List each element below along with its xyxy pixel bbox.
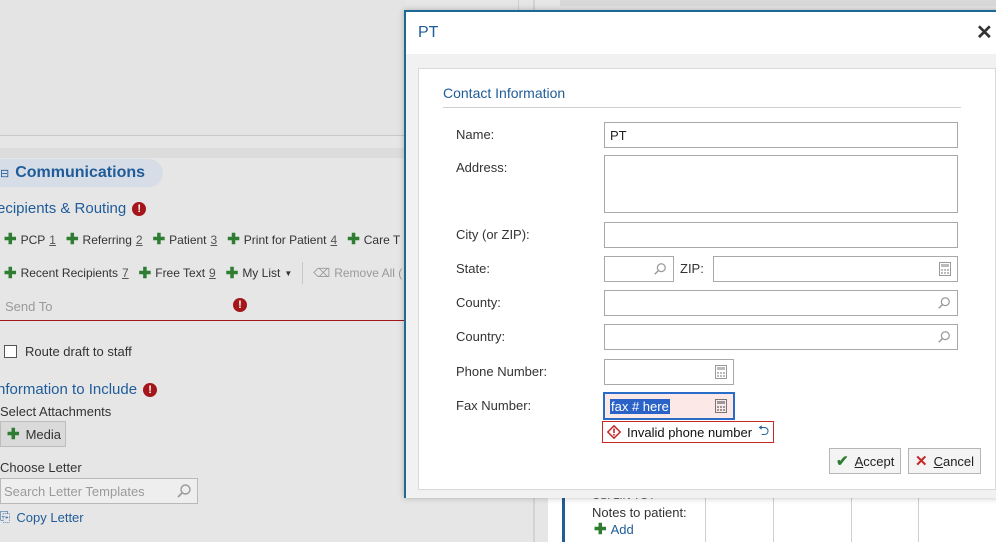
choose-letter-label: Choose Letter	[0, 460, 82, 475]
plus-icon: ✚	[225, 264, 239, 282]
route-draft-row: Route draft to staff	[4, 344, 132, 359]
search-icon	[177, 484, 191, 498]
zip-field[interactable]	[713, 256, 958, 282]
route-draft-checkbox[interactable]	[4, 345, 17, 358]
background-top-panel	[0, 0, 406, 136]
address-label: Address:	[456, 160, 508, 175]
select-attachments-label: Select Attachments	[0, 404, 112, 419]
send-to-field[interactable]: Send To !	[0, 292, 406, 321]
search-icon[interactable]	[937, 296, 951, 310]
communications-tab[interactable]: ⊟ Communications	[0, 159, 164, 187]
name-field[interactable]: PT	[604, 122, 958, 148]
copy-letter-link[interactable]: ⎘ Copy Letter	[0, 509, 84, 525]
warning-icon	[607, 425, 621, 439]
collapse-icon[interactable]: ⊟	[0, 167, 9, 180]
zip-label: ZIP:	[680, 261, 704, 276]
remove-all-button[interactable]: ⌫ Remove All (	[313, 266, 402, 280]
plus-icon: ✚	[65, 231, 79, 248]
plus-icon: ✚	[138, 264, 152, 282]
information-heading: nformation to Include !	[0, 381, 158, 398]
calculator-icon	[715, 399, 727, 413]
city-field[interactable]	[604, 222, 958, 248]
chevron-down-icon[interactable]: ▼	[284, 269, 292, 278]
accept-button[interactable]: ✔ Accept	[829, 448, 902, 474]
address-field[interactable]	[604, 155, 958, 213]
country-label: Country:	[456, 329, 506, 344]
search-icon[interactable]	[937, 330, 951, 344]
route-draft-label: Route draft to staff	[25, 344, 132, 359]
recipient-chips-row-1: ✚ PCP 1 ✚ Referring 2 ✚ Patient 3 ✚ Print for P…	[4, 232, 400, 247]
plus-icon: ✚	[227, 231, 240, 248]
background-right-header	[560, 0, 996, 6]
chip-referring[interactable]: ✚ Referring 2	[66, 232, 143, 247]
dialog-title: PT	[418, 24, 439, 41]
error-icon: !	[132, 201, 147, 216]
search-letter-placeholder: Search Letter Templates	[4, 483, 145, 499]
eraser-icon: ⌫	[313, 266, 331, 280]
state-field[interactable]	[604, 256, 674, 282]
accept-label: Accept	[854, 453, 895, 469]
state-label: State:	[456, 261, 490, 276]
phone-label: Phone Number:	[456, 364, 548, 379]
recipients-routing-heading: ecipients & Routing !	[0, 200, 147, 217]
chip-patient[interactable]: ✚ Patient 3	[153, 232, 218, 247]
plus-icon: ✚	[4, 231, 17, 248]
county-label: County:	[456, 295, 501, 310]
calculator-icon	[715, 365, 727, 379]
recipient-chips-row-2: ✚ Recent Recipients 7 ✚ Free Text 9 ✚ My List…	[4, 262, 402, 284]
fax-field[interactable]: fax # here	[603, 392, 735, 420]
country-field[interactable]	[604, 324, 958, 350]
plus-icon: ✚	[594, 521, 607, 538]
fax-label: Fax Number:	[456, 398, 532, 413]
calculator-icon	[939, 262, 951, 276]
contact-dialog: PT ✕ Contact Information Name: PT Addres…	[404, 10, 996, 498]
copy-icon: ⎘	[0, 509, 11, 524]
search-letter-input[interactable]: Search Letter Templates	[0, 478, 198, 504]
undo-icon[interactable]: ⮌	[758, 420, 769, 444]
media-button[interactable]: ✚ Media	[0, 421, 66, 447]
search-icon[interactable]	[653, 262, 667, 276]
chip-care-team[interactable]: ✚ Care T	[347, 232, 400, 247]
plus-icon: ✚	[4, 264, 17, 282]
chip-free-text[interactable]: ✚ Free Text 9	[139, 266, 216, 281]
add-note-link[interactable]: ✚ Add	[594, 522, 634, 537]
close-icon: ✕	[915, 453, 928, 470]
recipients-routing-label: ecipients & Routing	[0, 200, 127, 217]
background-band	[0, 148, 406, 158]
cancel-button[interactable]: ✕ Cancel	[908, 448, 982, 474]
fax-error-tooltip: Invalid phone number ⮌	[602, 420, 775, 444]
divider	[302, 262, 304, 284]
name-label: Name:	[456, 127, 495, 142]
check-icon: ✔	[836, 453, 849, 470]
notes-to-patient-label: Notes to patient:	[592, 505, 687, 520]
phone-field[interactable]	[604, 359, 734, 385]
dialog-body: Contact Information Name: PT Address: Ci…	[406, 54, 996, 498]
contact-information-panel: Contact Information Name: PT Address: Ci…	[418, 68, 996, 490]
chip-my-list[interactable]: ✚ My List ▼	[226, 266, 293, 281]
plus-icon: ✚	[347, 231, 360, 248]
chip-pcp[interactable]: ✚ PCP 1	[4, 232, 56, 247]
chip-recent-recipients[interactable]: ✚ Recent Recipients 7	[4, 266, 129, 281]
city-label: City (or ZIP):	[456, 227, 530, 242]
fax-selected-text: fax # here	[610, 398, 670, 414]
send-to-placeholder: Send To	[5, 298, 53, 314]
close-icon[interactable]: ✕	[976, 23, 993, 43]
contact-information-legend: Contact Information	[443, 85, 576, 101]
plus-icon: ✚	[7, 425, 20, 443]
communications-tab-label: Communications	[15, 164, 146, 181]
county-field[interactable]	[604, 290, 958, 316]
cancel-label: Cancel	[933, 453, 975, 469]
legend-divider	[443, 107, 961, 108]
information-label: nformation to Include	[0, 381, 138, 398]
error-icon: !	[143, 382, 158, 397]
error-message: Invalid phone number	[627, 424, 753, 440]
chip-print-for-patient[interactable]: ✚ Print for Patient 4	[227, 232, 337, 247]
plus-icon: ✚	[152, 231, 166, 248]
error-icon: !	[233, 298, 247, 312]
